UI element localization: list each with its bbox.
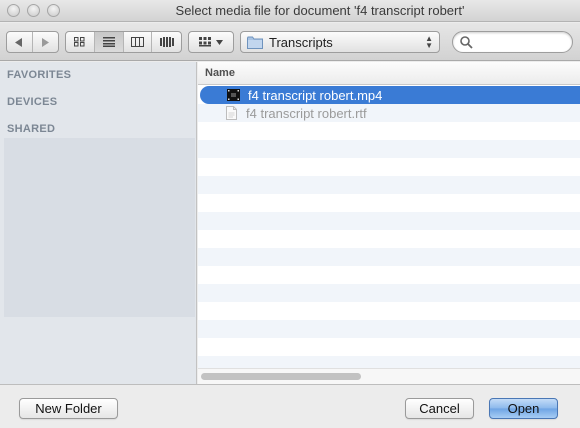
document-file-icon [226, 106, 237, 120]
arrange-menu-inner [189, 32, 233, 52]
sidebar-section-favorites[interactable]: FAVORITES [7, 69, 71, 81]
empty-row [198, 140, 580, 158]
file-rows: f4 transcript robert.mp4 f4 transcript r… [198, 86, 580, 374]
sidebar-panel [4, 138, 195, 317]
list-view-icon [102, 37, 115, 47]
new-folder-button[interactable]: New Folder [19, 398, 118, 419]
folder-icon [247, 36, 263, 49]
location-popup-inner: Transcripts ▲ ▼ [241, 32, 439, 52]
empty-row [198, 176, 580, 194]
empty-row [198, 302, 580, 320]
zoom-window-button[interactable] [47, 4, 60, 17]
file-name: f4 transcript robert.rtf [246, 106, 367, 121]
sidebar-section-shared[interactable]: SHARED [7, 123, 55, 135]
arrange-grid-icon [199, 37, 211, 47]
empty-row [198, 122, 580, 140]
bottom-bar: New Folder Cancel Open [0, 384, 580, 428]
toolbar: Transcripts ▲ ▼ [0, 23, 580, 61]
column-view-button[interactable] [124, 32, 153, 52]
view-mode-control [65, 31, 182, 53]
empty-row [198, 194, 580, 212]
column-view-icon [130, 37, 144, 47]
empty-row [198, 338, 580, 356]
back-arrow-icon [15, 37, 23, 47]
empty-row [198, 284, 580, 302]
open-button[interactable]: Open [489, 398, 558, 419]
horizontal-scrollbar[interactable] [198, 368, 580, 384]
empty-row [198, 320, 580, 338]
icon-view-icon [74, 37, 85, 47]
file-row: f4 transcript robert.rtf [198, 104, 580, 122]
close-window-button[interactable] [7, 4, 20, 17]
empty-row [198, 212, 580, 230]
video-file-icon [227, 89, 240, 101]
back-button[interactable] [7, 32, 33, 52]
coverflow-view-icon [159, 37, 174, 47]
up-down-arrows-icon: ▲ ▼ [425, 34, 433, 50]
sidebar: FAVORITES DEVICES SHARED [0, 62, 197, 384]
arrange-menu-button[interactable] [188, 31, 234, 53]
empty-row [198, 158, 580, 176]
location-popup[interactable]: Transcripts ▲ ▼ [240, 31, 440, 53]
open-file-dialog: Select media file for document 'f4 trans… [0, 0, 580, 428]
search-field[interactable] [452, 31, 573, 53]
file-name: f4 transcript robert.mp4 [248, 88, 383, 103]
empty-row [198, 230, 580, 248]
column-header-name[interactable]: Name [198, 62, 580, 85]
column-header-label: Name [205, 67, 235, 79]
list-view-button[interactable] [94, 32, 124, 52]
cancel-button[interactable]: Cancel [405, 398, 474, 419]
file-row[interactable]: f4 transcript robert.mp4 [200, 86, 580, 104]
search-input[interactable] [475, 35, 567, 49]
title-bar: Select media file for document 'f4 trans… [0, 0, 580, 22]
scrollbar-thumb[interactable] [201, 373, 361, 380]
forward-arrow-icon [42, 37, 50, 47]
back-forward-control [6, 31, 59, 53]
forward-button[interactable] [33, 32, 58, 52]
chevron-down-icon [216, 39, 223, 45]
file-list: Name f4 transcript robert.mp4 f4 transcr [198, 62, 580, 384]
sidebar-section-devices[interactable]: DEVICES [7, 96, 57, 108]
location-label: Transcripts [269, 34, 333, 50]
coverflow-view-button[interactable] [152, 32, 181, 52]
search-icon [460, 36, 473, 49]
icon-view-button[interactable] [66, 32, 95, 52]
empty-row [198, 266, 580, 284]
empty-row [198, 248, 580, 266]
minimize-window-button[interactable] [27, 4, 40, 17]
window-title: Select media file for document 'f4 trans… [175, 3, 465, 18]
